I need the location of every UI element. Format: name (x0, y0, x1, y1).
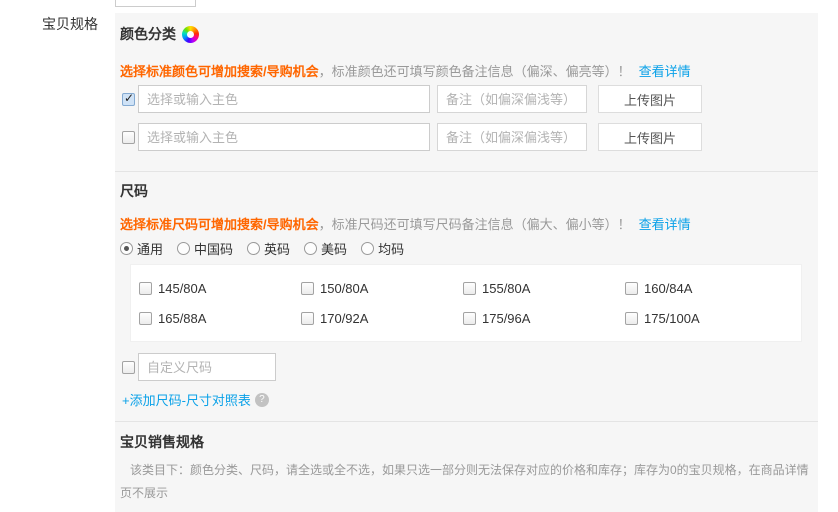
radio-label: 英码 (264, 239, 290, 258)
size-label: 170/92A (320, 311, 368, 326)
radio-icon[interactable] (361, 242, 374, 255)
size-option[interactable]: 160/84A (625, 281, 787, 296)
radio-standard-common[interactable]: 通用 (120, 239, 163, 258)
size-option[interactable]: 150/80A (301, 281, 463, 296)
add-size-chart-row: +添加尺码-尺寸对照表 ? (122, 390, 818, 409)
size-section-header: 尺码 (120, 172, 818, 200)
sales-note: 该类目下：颜色分类、尺码，请全选或全不选，如果只选一部分则无法保存对应的价格和库… (120, 459, 812, 505)
upload-image-button[interactable]: 上传图片 (598, 123, 702, 151)
size-view-details-link[interactable]: 查看详情 (639, 217, 691, 232)
radio-icon[interactable] (177, 242, 190, 255)
size-checkbox[interactable] (301, 282, 314, 295)
custom-size-checkbox[interactable] (122, 361, 135, 374)
size-tip-text: ，标准尺码还可填写尺码备注信息（偏大、偏小等）！ (319, 217, 631, 232)
color-remark-input[interactable] (437, 123, 587, 151)
size-label: 175/96A (482, 311, 530, 326)
size-grid-row: 165/88A 170/92A 175/96A 175/100A (139, 303, 801, 333)
radio-icon[interactable] (304, 242, 317, 255)
size-label: 150/80A (320, 281, 368, 296)
color-main-input[interactable] (138, 85, 430, 113)
color-remark-input[interactable] (437, 85, 587, 113)
size-label: 155/80A (482, 281, 530, 296)
size-tip: 选择标准尺码可增加搜索/导购机会，标准尺码还可填写尺码备注信息（偏大、偏小等）！… (120, 216, 818, 234)
color-row-checkbox[interactable] (122, 93, 135, 106)
color-wheel-icon (182, 26, 199, 43)
size-label: 145/80A (158, 281, 206, 296)
spec-section-label: 宝贝规格 (42, 14, 98, 34)
top-partial-input[interactable] (115, 0, 196, 7)
size-option[interactable]: 175/100A (625, 311, 787, 326)
custom-size-input[interactable] (138, 353, 276, 381)
custom-size-row (120, 353, 818, 381)
size-checkbox[interactable] (139, 282, 152, 295)
sales-section-title: 宝贝销售规格 (120, 433, 204, 451)
radio-label: 美码 (321, 239, 347, 258)
size-option[interactable]: 175/96A (463, 311, 625, 326)
radio-icon[interactable] (247, 242, 260, 255)
radio-standard-us[interactable]: 美码 (304, 239, 347, 258)
color-view-details-link[interactable]: 查看详情 (639, 64, 691, 79)
size-checkbox[interactable] (463, 312, 476, 325)
size-checkbox[interactable] (625, 282, 638, 295)
spec-panel: 颜色分类 选择标准颜色可增加搜索/导购机会，标准颜色还可填写颜色备注信息（偏深、… (115, 13, 818, 512)
radio-label: 通用 (137, 239, 163, 258)
color-row: 上传图片 (120, 85, 818, 113)
color-section-header: 颜色分类 (120, 13, 818, 43)
size-options-box: 145/80A 150/80A 155/80A 160/84A (130, 264, 802, 342)
size-checkbox[interactable] (463, 282, 476, 295)
color-tip-highlight: 选择标准颜色可增加搜索/导购机会 (120, 64, 319, 79)
color-tip: 选择标准颜色可增加搜索/导购机会，标准颜色还可填写颜色备注信息（偏深、偏亮等）！… (120, 63, 818, 81)
radio-standard-china[interactable]: 中国码 (177, 239, 233, 258)
color-row: 上传图片 (120, 123, 818, 151)
radio-standard-uk[interactable]: 英码 (247, 239, 290, 258)
size-option[interactable]: 155/80A (463, 281, 625, 296)
add-size-chart-link[interactable]: +添加尺码-尺寸对照表 (122, 390, 251, 409)
color-main-input[interactable] (138, 123, 430, 151)
size-section: 尺码 选择标准尺码可增加搜索/导购机会，标准尺码还可填写尺码备注信息（偏大、偏小… (115, 172, 818, 409)
size-option[interactable]: 165/88A (139, 311, 301, 326)
radio-label: 均码 (378, 239, 404, 258)
color-tip-text: ，标准颜色还可填写颜色备注信息（偏深、偏亮等）！ (319, 64, 631, 79)
help-question-icon[interactable]: ? (255, 393, 269, 407)
radio-label: 中国码 (194, 239, 233, 258)
color-category-section: 颜色分类 选择标准颜色可增加搜索/导购机会，标准颜色还可填写颜色备注信息（偏深、… (115, 13, 818, 151)
size-label: 160/84A (644, 281, 692, 296)
size-standard-radios: 通用 中国码 英码 美码 均码 (120, 239, 818, 258)
size-checkbox[interactable] (139, 312, 152, 325)
color-row-checkbox[interactable] (122, 131, 135, 144)
size-option[interactable]: 145/80A (139, 281, 301, 296)
size-label: 175/100A (644, 311, 700, 326)
size-checkbox[interactable] (625, 312, 638, 325)
size-section-title: 尺码 (120, 182, 148, 200)
size-checkbox[interactable] (301, 312, 314, 325)
upload-image-button[interactable]: 上传图片 (598, 85, 702, 113)
sales-section-header: 宝贝销售规格 (120, 422, 818, 451)
size-tip-highlight: 选择标准尺码可增加搜索/导购机会 (120, 217, 319, 232)
radio-icon[interactable] (120, 242, 133, 255)
color-section-title: 颜色分类 (120, 25, 176, 43)
sales-spec-section: 宝贝销售规格 该类目下：颜色分类、尺码，请全选或全不选，如果只选一部分则无法保存… (115, 422, 818, 505)
size-option[interactable]: 170/92A (301, 311, 463, 326)
size-grid-row: 145/80A 150/80A 155/80A 160/84A (139, 273, 801, 303)
radio-standard-onesize[interactable]: 均码 (361, 239, 404, 258)
size-label: 165/88A (158, 311, 206, 326)
